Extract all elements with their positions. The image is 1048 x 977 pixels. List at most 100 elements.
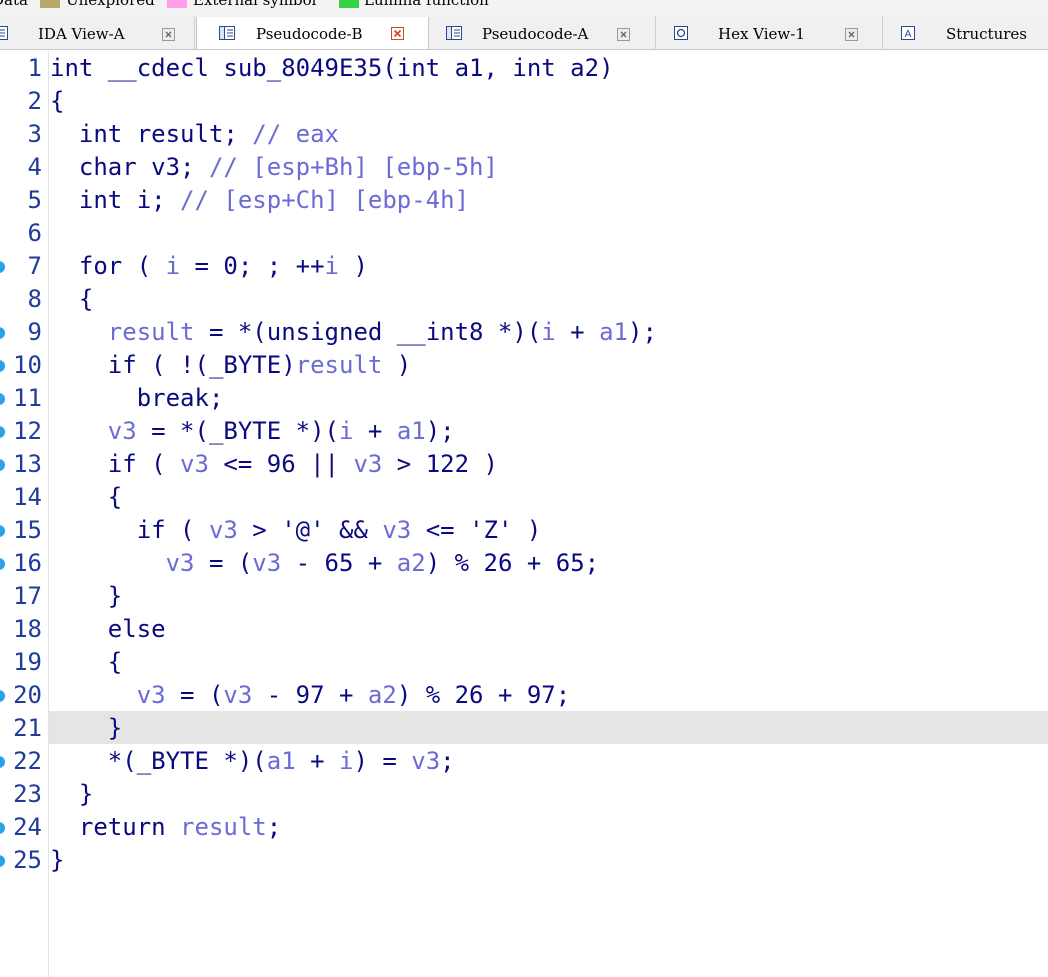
- code-line[interactable]: 24 return result;: [0, 811, 1048, 844]
- tab-hex-view-1[interactable]: Hex View-1: [657, 16, 883, 49]
- code-token: = (: [165, 681, 224, 709]
- code-token-variable[interactable]: result: [108, 318, 195, 346]
- code-token-variable[interactable]: a2: [368, 681, 397, 709]
- code-token: ;: [266, 813, 282, 841]
- tab-pseudocode-a[interactable]: Pseudocode-A: [430, 16, 656, 49]
- code-token-variable[interactable]: result: [180, 813, 267, 841]
- code-text: int i; // [esp+Ch] [ebp-4h]: [50, 184, 469, 217]
- code-text: }: [50, 844, 64, 877]
- tab-structures[interactable]: A Structures: [884, 16, 1048, 49]
- code-token: ): [339, 252, 368, 280]
- code-line[interactable]: 21 }: [0, 712, 1048, 745]
- code-token-variable[interactable]: i: [325, 252, 339, 280]
- code-line[interactable]: 23 }: [0, 778, 1048, 811]
- tab-pseudocode-b[interactable]: Pseudocode-B: [196, 17, 429, 49]
- code-token-variable[interactable]: v3: [411, 747, 440, 775]
- code-token-variable[interactable]: v3: [382, 516, 411, 544]
- code-token-variable[interactable]: v3: [137, 681, 166, 709]
- code-token-variable[interactable]: v3: [252, 549, 281, 577]
- legend-label-data: Data: [0, 0, 28, 9]
- code-token: > '@' &&: [237, 516, 383, 544]
- code-token: }: [50, 780, 94, 808]
- code-line[interactable]: 5 int i; // [esp+Ch] [ebp-4h]: [0, 184, 1048, 217]
- legend-swatch-lumina: [339, 0, 359, 8]
- tab-ida-view-a[interactable]: IDA View-A: [0, 16, 195, 49]
- code-text: break;: [50, 382, 224, 415]
- code-line[interactable]: 9 result = *(unsigned __int8 *)(i + a1);: [0, 316, 1048, 349]
- close-icon[interactable]: [845, 28, 858, 41]
- code-token-variable[interactable]: i: [541, 318, 555, 346]
- code-token: ) % 26 + 65;: [425, 549, 600, 577]
- code-token-variable[interactable]: v3: [209, 516, 238, 544]
- code-token: {: [50, 483, 123, 511]
- code-token-variable[interactable]: a1: [267, 747, 296, 775]
- code-text: if ( !(_BYTE)result ): [50, 349, 411, 382]
- code-token-comment: // [esp+Ch] [ebp-4h]: [180, 186, 470, 214]
- code-line[interactable]: 14 {: [0, 481, 1048, 514]
- code-text: int result; // eax: [50, 118, 339, 151]
- code-line[interactable]: 3 int result; // eax: [0, 118, 1048, 151]
- code-line[interactable]: 12 v3 = *(_BYTE *)(i + a1);: [0, 415, 1048, 448]
- code-token: int i;: [50, 186, 181, 214]
- legend-label-external: External symbol: [193, 0, 317, 9]
- code-token-variable[interactable]: v3: [108, 417, 137, 445]
- code-token-variable[interactable]: i: [166, 252, 180, 280]
- line-number: 7: [27, 252, 42, 280]
- code-token: {: [50, 87, 65, 115]
- close-icon[interactable]: [162, 28, 175, 41]
- code-token: else: [50, 615, 166, 643]
- code-line[interactable]: 10 if ( !(_BYTE)result ): [0, 349, 1048, 382]
- code-token-variable[interactable]: i: [339, 417, 353, 445]
- code-token-variable[interactable]: v3: [353, 450, 382, 478]
- code-token-variable[interactable]: a1: [397, 417, 426, 445]
- pseudocode-editor[interactable]: 1 int __cdecl sub_8049E35(int a1, int a2)…: [0, 51, 1048, 977]
- code-token-variable[interactable]: result: [296, 351, 383, 379]
- code-line[interactable]: 13 if ( v3 <= 96 || v3 > 122 ): [0, 448, 1048, 481]
- code-token-variable[interactable]: a1: [599, 318, 628, 346]
- segment-legend: Data Unexplored External symbol Lumina f…: [0, 0, 1048, 16]
- code-line[interactable]: 20 v3 = (v3 - 97 + a2) % 26 + 97;: [0, 679, 1048, 712]
- code-text: {: [50, 646, 122, 679]
- code-token: ) =: [353, 747, 412, 775]
- line-number: 1: [27, 54, 42, 82]
- svg-text:A: A: [905, 29, 912, 40]
- code-text: }: [50, 712, 122, 745]
- line-number: 2: [27, 87, 42, 115]
- code-token: int result;: [50, 120, 253, 148]
- line-number: 4: [27, 153, 42, 181]
- code-token-variable[interactable]: v3: [166, 549, 195, 577]
- code-line[interactable]: 16 v3 = (v3 - 65 + a2) % 26 + 65;: [0, 547, 1048, 580]
- code-line[interactable]: 17 }: [0, 580, 1048, 613]
- code-line[interactable]: 6: [0, 217, 1048, 250]
- code-line[interactable]: 11 break;: [0, 382, 1048, 415]
- code-token-comment: // eax: [252, 120, 339, 148]
- code-line[interactable]: 4 char v3; // [esp+Bh] [ebp-5h]: [0, 151, 1048, 184]
- close-icon[interactable]: [617, 28, 630, 41]
- disassembly-icon: [0, 26, 8, 40]
- code-token: ;: [440, 747, 455, 775]
- code-token-variable[interactable]: v3: [223, 681, 252, 709]
- line-number: 3: [27, 120, 42, 148]
- code-line[interactable]: 19 {: [0, 646, 1048, 679]
- code-line[interactable]: 18 else: [0, 613, 1048, 646]
- code-line[interactable]: 25}: [0, 844, 1048, 877]
- close-icon[interactable]: [391, 27, 404, 40]
- code-line[interactable]: 15 if ( v3 > '@' && v3 <= 'Z' ): [0, 514, 1048, 547]
- code-line[interactable]: 7 for ( i = 0; ; ++i ): [0, 250, 1048, 283]
- code-line[interactable]: 2{: [0, 85, 1048, 118]
- code-token: = *(_BYTE *)(: [136, 417, 339, 445]
- line-number: 19: [13, 648, 42, 676]
- code-text: v3 = *(_BYTE *)(i + a1);: [50, 415, 455, 448]
- code-line[interactable]: 1 int __cdecl sub_8049E35(int a1, int a2): [0, 52, 1048, 85]
- code-text: int __cdecl sub_8049E35(int a1, int a2): [50, 52, 614, 85]
- code-token-variable[interactable]: a2: [397, 549, 426, 577]
- code-text: else: [50, 613, 166, 646]
- code-line[interactable]: 8 {: [0, 283, 1048, 316]
- tab-label: Structures: [946, 25, 1027, 43]
- code-token-variable[interactable]: v3: [180, 450, 209, 478]
- code-token-variable[interactable]: i: [339, 747, 353, 775]
- code-line[interactable]: 22 *(_BYTE *)(a1 + i) = v3;: [0, 745, 1048, 778]
